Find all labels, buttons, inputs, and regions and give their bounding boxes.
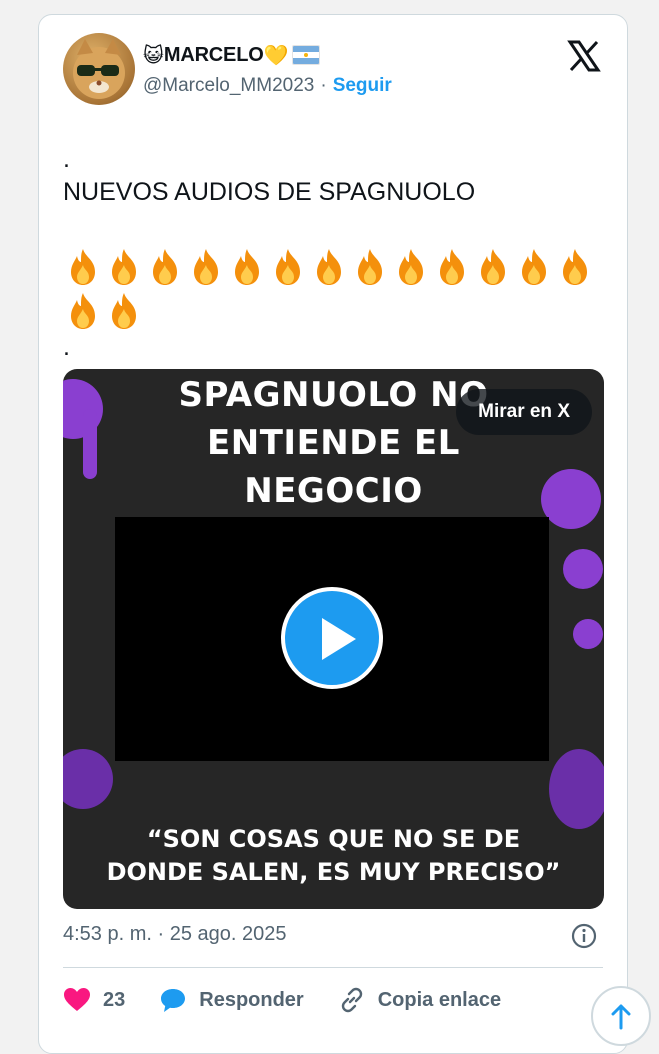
avatar-cat-image [73,39,125,99]
reply-button[interactable]: Responder [159,987,304,1013]
fire-icon [317,249,341,285]
fire-icon [112,249,136,285]
action-bar: 23 Responder Copia enlace [63,985,535,1015]
like-count: 23 [103,988,126,1011]
fire-icon [399,249,423,285]
display-name-row[interactable]: 😺 MARCELO 💛 [143,41,321,69]
like-button[interactable]: 23 [63,987,125,1013]
paint-splatter [563,549,603,589]
fire-icon [153,249,177,285]
cat-emoji-icon: 😺 [143,43,164,67]
tweet-text: . NUEVOS AUDIOS DE SPAGNUOLO [63,143,475,208]
video-quote: “SON COSAS QUE NO SE DE DONDE SALEN, ES … [63,823,604,889]
tweet-line-dot: . [63,145,70,173]
handle-row: @Marcelo_MM2023 · Seguir [143,75,392,97]
fire-icon [71,249,95,285]
fire-icon [112,293,136,329]
divider [63,967,603,968]
scroll-to-top-button[interactable] [591,986,651,1046]
tweet-card: 😺 MARCELO 💛 @Marcelo_MM2023 · Seguir . N… [38,14,628,1054]
tweet-headline: NUEVOS AUDIOS DE SPAGNUOLO [63,177,476,206]
fire-icon [522,249,546,285]
link-icon [341,987,362,1013]
fire-icon [563,249,587,285]
fire-icon [440,249,464,285]
fire-icon [481,249,505,285]
arrow-up-icon [611,1004,631,1030]
watch-on-x-button[interactable]: Mirar en X [456,389,592,435]
paint-splatter [573,619,603,649]
video-quote-line: “SON COSAS QUE NO SE DE [146,825,521,853]
fire-icon [71,293,95,329]
fire-icon [358,249,382,285]
copy-link-button[interactable]: Copia enlace [338,986,501,1014]
fire-emoji-row [63,247,608,335]
yellow-heart-icon: 💛 [263,43,289,67]
paint-splatter [63,749,113,809]
video-quote-line: DONDE SALEN, ES MUY PRECISO” [106,858,561,886]
separator: · [320,75,327,96]
copy-link-label: Copia enlace [377,988,502,1011]
user-handle[interactable]: @Marcelo_MM2023 [143,75,314,97]
play-icon[interactable] [281,587,383,689]
reply-bubble-icon [161,989,186,1012]
x-logo-icon[interactable] [567,39,601,73]
fire-icon [235,249,259,285]
info-icon[interactable] [571,923,597,949]
paint-splatter [549,749,604,829]
video-title-line: NEGOCIO [244,471,423,511]
fire-icon [194,249,218,285]
reply-label: Responder [199,988,304,1011]
video-media[interactable]: SPAGNUOLO NO ENTIENDE EL NEGOCIO “SON CO… [63,369,604,909]
avatar[interactable] [63,33,135,105]
fire-icon [276,249,300,285]
follow-button[interactable]: Seguir [333,75,392,97]
display-name[interactable]: MARCELO [164,44,264,67]
tweet-line-end-dot: . [63,333,70,361]
heart-icon [64,988,90,1011]
timestamp[interactable]: 4:53 p. m. · 25 ago. 2025 [63,923,287,946]
argentina-flag-icon [292,45,321,65]
